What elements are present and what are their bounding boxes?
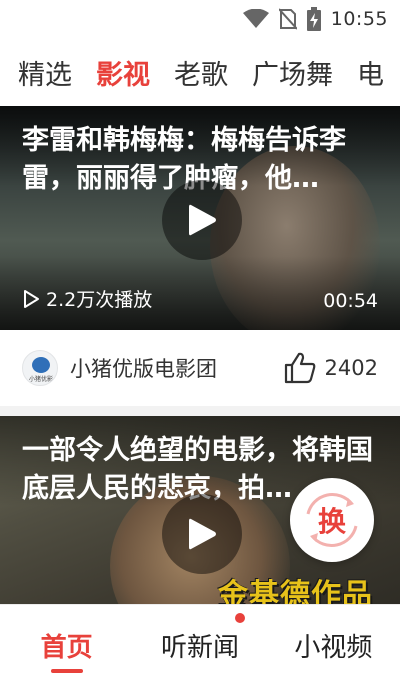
battery-charging-icon	[306, 7, 321, 31]
play-button-2[interactable]	[162, 494, 242, 574]
bottom-nav: 首页 听新闻 小视频	[0, 604, 400, 700]
no-sim-icon	[278, 8, 297, 30]
play-outline-icon	[24, 289, 39, 308]
notification-dot	[234, 613, 245, 623]
pig-logo-icon	[32, 357, 50, 373]
nav-listen-news[interactable]: 听新闻	[133, 605, 266, 664]
avatar[interactable]: 小猪优影	[22, 350, 58, 386]
wifi-icon	[242, 9, 269, 28]
tab-dian[interactable]: 电	[357, 53, 384, 92]
author-name[interactable]: 小猪优版电影团	[70, 353, 283, 383]
clock: 10:55	[330, 8, 388, 30]
status-bar: 10:55	[0, 0, 400, 38]
swap-button[interactable]: 换	[290, 478, 374, 562]
nav-home-label: 首页	[40, 633, 93, 663]
play-count: 2.2万次播放	[22, 285, 152, 312]
nav-short-video[interactable]: 小视频	[267, 605, 400, 664]
tab-yingshi[interactable]: 影视	[96, 53, 150, 92]
like-button[interactable]: 2402	[283, 351, 378, 385]
author-row: 小猪优影 小猪优版电影团 2402	[0, 330, 400, 406]
nav-short-video-label: 小视频	[294, 633, 373, 663]
tab-jingxuan[interactable]: 精选	[18, 53, 72, 92]
tab-guangchangwu[interactable]: 广场舞	[252, 53, 333, 92]
play-count-text: 2.2万次播放	[46, 289, 153, 311]
play-icon	[189, 518, 216, 550]
avatar-text: 小猪优影	[28, 376, 53, 383]
active-indicator	[50, 669, 83, 673]
like-count: 2402	[324, 356, 378, 380]
divider	[0, 406, 400, 416]
video-duration: 00:54	[323, 290, 378, 312]
video-thumbnail[interactable]: 李雷和韩梅梅：梅梅告诉李雷，丽丽得了肿瘤，他… 2.2万次播放 00:54	[0, 106, 400, 330]
thumbs-up-icon	[284, 352, 315, 384]
play-button[interactable]	[162, 180, 242, 260]
nav-home[interactable]: 首页	[0, 605, 133, 673]
nav-listen-news-label: 听新闻	[160, 633, 239, 663]
category-tabs: 精选 影视 老歌 广场舞 电	[0, 40, 400, 104]
tab-laoge[interactable]: 老歌	[174, 53, 228, 92]
swap-label: 换	[317, 505, 346, 538]
play-icon	[189, 204, 216, 236]
